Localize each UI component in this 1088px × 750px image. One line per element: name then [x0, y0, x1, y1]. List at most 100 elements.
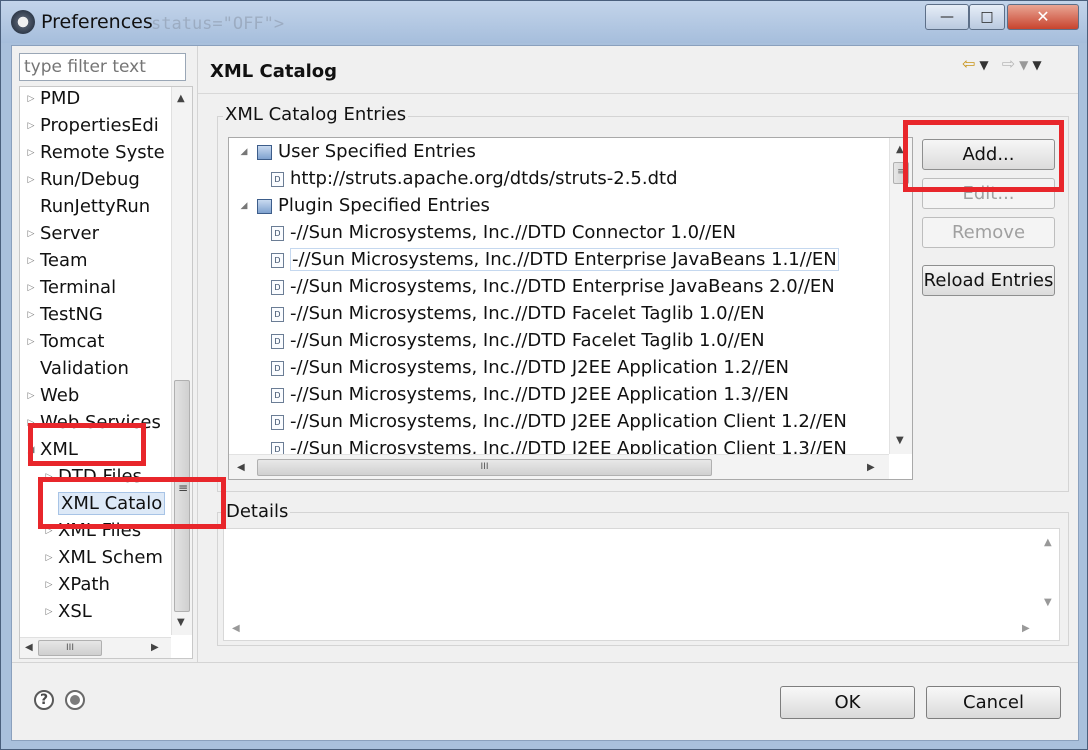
scroll-left-arrow-icon[interactable]: ◀ [232, 623, 240, 634]
scroll-down-arrow-icon[interactable]: ▼ [1044, 597, 1052, 608]
catalog-entry[interactable]: Dhttp://struts.apache.org/dtds/struts-2.… [269, 165, 678, 192]
scroll-left-arrow-icon[interactable]: ◀ [237, 462, 245, 473]
sidebar-item[interactable]: ▷ Terminal [22, 274, 117, 302]
scroll-down-arrow-icon[interactable]: ▼ [177, 617, 185, 628]
catalog-entry[interactable]: D -//Sun Microsystems, Inc.//DTD Facelet … [269, 327, 765, 354]
tree-twisty-icon[interactable]: ▷ [40, 545, 58, 572]
catalog-entry[interactable]: D -//Sun Microsystems, Inc.//DTD Facelet … [269, 300, 765, 327]
sidebar-item[interactable]: RunJettyRun [22, 193, 150, 220]
sidebar-item-label: DTD Files [58, 466, 142, 487]
sidebar-item[interactable]: ▷ DTD Files [40, 463, 142, 490]
add-button[interactable]: Add... [922, 139, 1055, 170]
scroll-left-arrow-icon[interactable]: ◀ [25, 642, 33, 653]
user-entries-node[interactable]: ◢ User Specified Entries [233, 138, 476, 165]
details-horizontal-scrollbar[interactable]: ◀ ▶ [224, 619, 1039, 640]
tree-vertical-scrollbar[interactable]: ▲ ≡ ▼ [171, 87, 192, 635]
close-button[interactable]: ✕ [1007, 4, 1079, 30]
sidebar-item[interactable]: Validation [22, 355, 129, 382]
cancel-button[interactable]: Cancel [926, 686, 1061, 719]
back-arrow-icon[interactable]: ⇦ [962, 54, 979, 73]
sidebar-item[interactable]: ▷ PMD [22, 87, 81, 113]
tree-horizontal-scrollbar[interactable]: ◀ III ▶ [20, 637, 171, 658]
view-menu-icon[interactable]: ▼ [1032, 58, 1045, 72]
sidebar-item[interactable]: ▷ Run/Debug [22, 166, 140, 193]
tree-twisty-icon[interactable]: ▷ [22, 329, 40, 356]
sidebar-item[interactable]: ▷ XML Files [40, 517, 142, 545]
scroll-up-arrow-icon[interactable]: ▲ [177, 93, 185, 104]
expanded-twisty-icon[interactable]: ◢ [233, 193, 255, 220]
tree-twisty-icon[interactable]: ▷ [40, 464, 58, 491]
sidebar-item[interactable]: ▷ Web [22, 382, 80, 410]
catalog-hscroll-thumb[interactable]: III [257, 459, 712, 476]
scroll-right-arrow-icon[interactable]: ▶ [151, 642, 159, 653]
sidebar-item[interactable]: ▷ Server [22, 220, 100, 248]
details-text-area[interactable]: ▲ ▼ ◀ ▶ [223, 528, 1060, 641]
catalog-entry[interactable]: D -//Sun Microsystems, Inc.//DTD Enterpri… [269, 273, 835, 300]
scroll-up-arrow-icon[interactable]: ▲ [896, 144, 904, 155]
scroll-down-arrow-icon[interactable]: ▼ [896, 435, 904, 446]
forward-arrow-icon[interactable]: ⇨ [1002, 54, 1019, 73]
catalog-vscroll-thumb[interactable]: ≡ [893, 162, 909, 184]
details-vertical-scrollbar[interactable]: ▲ ▼ [1039, 529, 1059, 619]
catalog-horizontal-scrollbar[interactable]: ◀ III ▶ [229, 454, 889, 479]
title-bar[interactable]: Preferences status="OFF"> — □ ✕ [1, 1, 1087, 43]
pane-divider[interactable] [197, 46, 198, 662]
catalog-entries-tree: ◢ User Specified Entries Dhttp://struts.a… [228, 137, 913, 480]
scroll-right-arrow-icon[interactable]: ▶ [1022, 623, 1030, 634]
remove-button[interactable]: Remove [922, 217, 1055, 248]
sidebar-item[interactable]: ▷ XML Schem [40, 544, 163, 571]
tree-twisty-icon[interactable]: ▷ [22, 383, 40, 410]
sidebar-item[interactable]: ▷ Web Services [22, 409, 161, 436]
tree-twisty-icon[interactable]: ▷ [22, 167, 40, 194]
expanded-twisty-icon[interactable]: ◢ [233, 139, 255, 166]
sidebar-item[interactable]: ▷ XSL [40, 598, 92, 625]
tree-twisty-icon[interactable]: ▷ [22, 140, 40, 167]
tree-twisty-icon[interactable]: ▷ [22, 248, 40, 275]
maximize-button[interactable]: □ [969, 4, 1005, 30]
tree-hscroll-thumb[interactable]: III [38, 640, 102, 656]
catalog-entry[interactable]: D -//Sun Microsystems, Inc.//DTD Connecto… [269, 219, 736, 246]
catalog-vertical-scrollbar[interactable]: ▲ ≡ ▼ [889, 138, 912, 454]
tree-twisty-icon[interactable]: ▷ [40, 572, 58, 599]
catalog-entry[interactable]: D -//Sun Microsystems, Inc.//DTD J2EE App… [269, 381, 789, 408]
entry-label: -//Sun Microsystems, Inc.//DTD Connector… [290, 222, 736, 243]
dtd-file-icon: D [271, 252, 284, 268]
tree-twisty-icon[interactable]: ▷ [22, 87, 40, 113]
catalog-entry[interactable]: D -//Sun Microsystems, Inc.//DTD J2EE App… [269, 354, 789, 381]
help-icon[interactable]: ? [34, 690, 54, 710]
ok-button[interactable]: OK [780, 686, 915, 719]
sidebar-item[interactable]: ▷ Tomcat [22, 328, 105, 356]
forward-menu-icon[interactable]: ▼ [1019, 58, 1032, 72]
tree-twisty-icon[interactable]: ▷ [22, 275, 40, 302]
scroll-right-arrow-icon[interactable]: ▶ [867, 462, 875, 473]
catalog-entry[interactable]: D -//Sun Microsystems, Inc.//DTD Enterpri… [269, 246, 839, 273]
tree-twisty-icon[interactable]: ▷ [22, 410, 40, 437]
tree-twisty-icon[interactable]: ▷ [40, 599, 58, 626]
tree-twisty-icon[interactable]: ▷ [40, 518, 58, 545]
plugin-entries-node[interactable]: ◢ Plugin Specified Entries [233, 192, 490, 219]
sidebar-item[interactable]: ▷ TestNG [22, 301, 103, 328]
sidebar-item[interactable]: XML Catalo [40, 490, 166, 517]
sidebar-item[interactable]: ▷ Team [22, 247, 88, 274]
minimize-button[interactable]: — [925, 4, 969, 30]
tree-twisty-icon[interactable]: ▷ [22, 221, 40, 248]
sidebar-item[interactable]: ▷ PropertiesEdi [22, 112, 159, 139]
sidebar-item-label: Terminal [40, 277, 117, 298]
sidebar-item[interactable]: ◢ XML [22, 436, 78, 463]
tree-twisty-icon[interactable]: ◢ [22, 437, 40, 464]
sidebar-item[interactable]: ▷ XPath [40, 571, 110, 598]
tree-twisty-icon[interactable]: ▷ [22, 113, 40, 140]
sidebar-item-label: TestNG [40, 304, 103, 325]
sidebar-item[interactable]: ▷ Remote Syste [22, 139, 165, 166]
reload-entries-button[interactable]: Reload Entries [922, 265, 1055, 296]
dtd-file-icon: D [271, 333, 284, 349]
tree-twisty-icon[interactable]: ▷ [22, 302, 40, 329]
filter-input[interactable] [19, 53, 186, 81]
edit-button[interactable]: Edit... [922, 178, 1055, 209]
tree-scroll-thumb[interactable]: ≡ [174, 380, 190, 612]
record-icon[interactable] [65, 690, 85, 710]
scroll-up-arrow-icon[interactable]: ▲ [1044, 537, 1052, 548]
back-menu-icon[interactable]: ▼ [979, 58, 992, 72]
page-title: XML Catalog [210, 61, 338, 82]
catalog-entry[interactable]: D -//Sun Microsystems, Inc.//DTD J2EE App… [269, 408, 847, 435]
